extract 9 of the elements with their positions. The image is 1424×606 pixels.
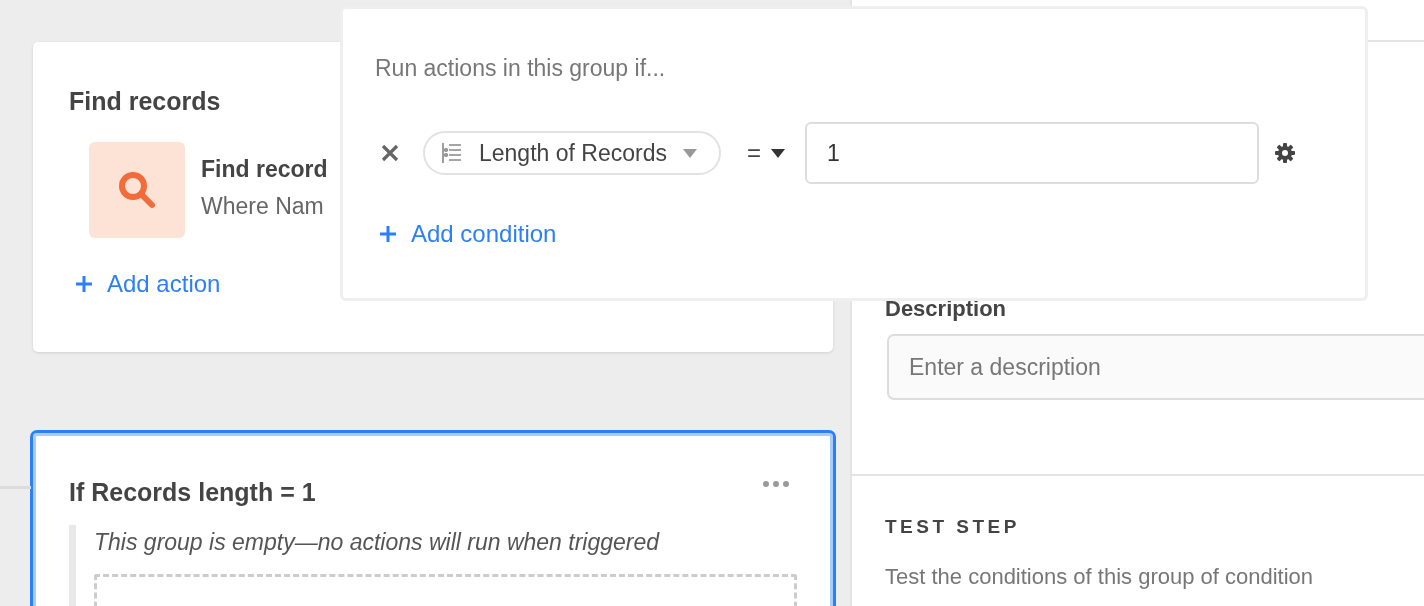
empty-group-message: This group is empty—no actions will run when triggered bbox=[94, 528, 661, 556]
action-name: Find record bbox=[201, 156, 328, 183]
field-label: Description bbox=[885, 296, 1008, 322]
action-detail: Where Nam bbox=[201, 193, 324, 220]
card-title: If Records length = 1 bbox=[69, 477, 316, 507]
section-heading: TEST STEP bbox=[885, 516, 1021, 538]
popover-heading: Run actions in this group if... bbox=[375, 55, 667, 82]
section-description: Test the conditions of this group of condition bbox=[885, 564, 1315, 590]
card-title: Find records bbox=[69, 86, 222, 116]
